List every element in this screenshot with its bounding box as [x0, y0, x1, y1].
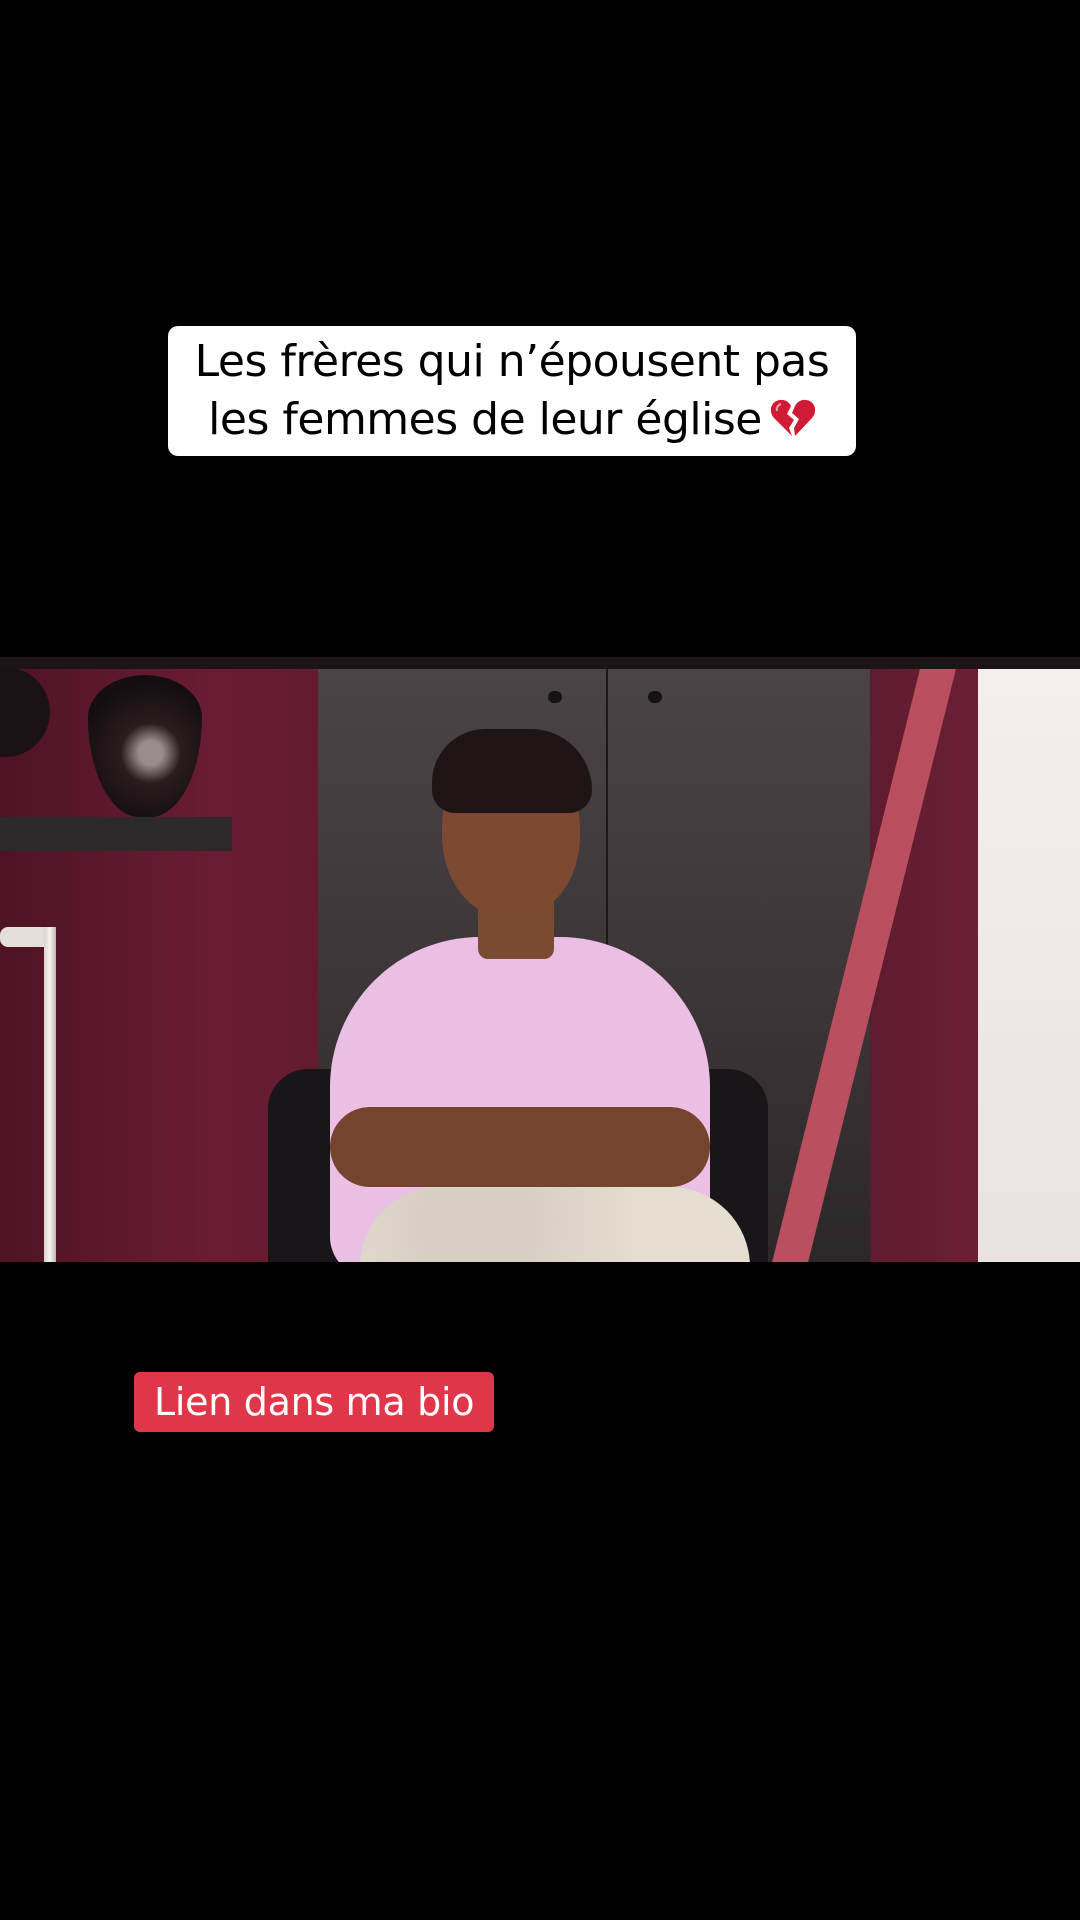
person-skirt — [360, 1187, 750, 1262]
link-in-bio-badge: Lien dans ma bio — [134, 1372, 494, 1432]
cabinet-knob — [548, 691, 562, 703]
window — [978, 669, 1080, 1262]
video-top-edge — [0, 657, 1080, 669]
video-screen[interactable]: Les frères qui n’épousent pas les femmes… — [0, 0, 1080, 1920]
broken-heart-icon — [770, 395, 816, 436]
person-hair — [432, 729, 592, 813]
cabinet-knob — [648, 691, 662, 703]
caption-line-1: Les frères qui n’épousent pas — [194, 336, 830, 387]
video-frame[interactable] — [0, 657, 1080, 1262]
person-arms — [330, 1107, 710, 1187]
title-caption: Les frères qui n’épousent pas les femmes… — [168, 326, 856, 456]
caption-line-2-wrap: les femmes de leur église — [208, 391, 816, 449]
caption-line-2: les femmes de leur église — [208, 394, 762, 445]
radiator-pipe — [44, 927, 56, 1262]
wall-shelf — [0, 817, 232, 851]
